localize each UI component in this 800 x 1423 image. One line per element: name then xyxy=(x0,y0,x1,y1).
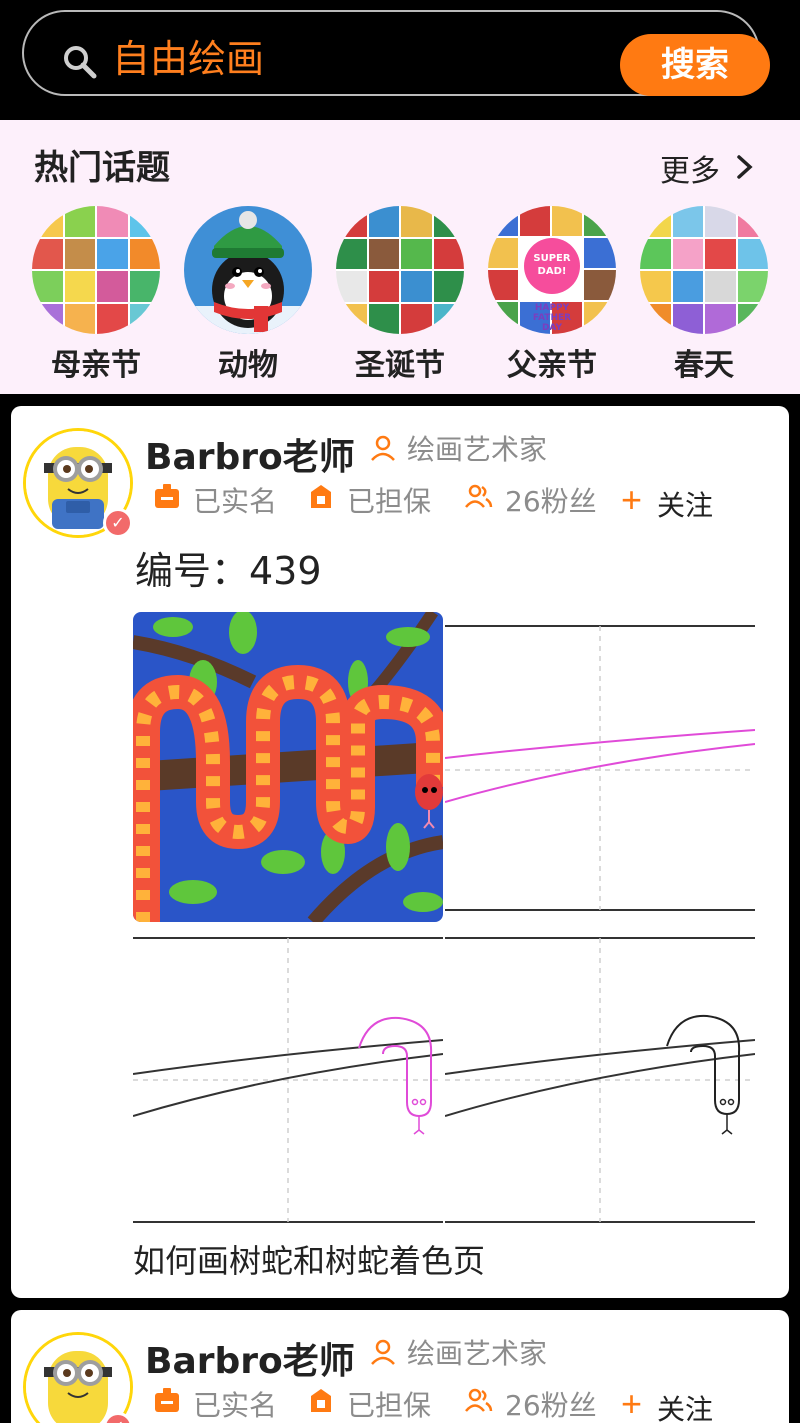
chevron-right-icon[interactable] xyxy=(736,154,754,180)
shield-icon xyxy=(311,485,331,508)
topic-mothers-day[interactable]: 母亲节 xyxy=(32,206,162,386)
guarantee-text: 已担保 xyxy=(347,1389,432,1422)
fans-text: 26粉丝 xyxy=(505,1389,597,1422)
topic-spring[interactable]: 春天 xyxy=(640,206,770,386)
art-text: FATHER xyxy=(533,313,571,323)
post-caption[interactable]: 如何画树蛇和树蛇着色页 xyxy=(133,1236,485,1282)
author-role: 绘画艺术家 xyxy=(407,433,548,466)
post-artwork-image[interactable] xyxy=(133,612,443,922)
author-name[interactable]: Barbro老师 xyxy=(145,428,355,480)
penguin-illustration xyxy=(184,211,312,334)
step-guide-drawing xyxy=(444,937,756,1223)
topic-thumbnail xyxy=(336,206,464,334)
art-text: SUPER xyxy=(533,253,570,264)
id-card-icon xyxy=(155,484,179,508)
real-name-text: 已实名 xyxy=(193,1389,278,1422)
author-role: 绘画艺术家 xyxy=(407,1337,548,1370)
guarantee-text: 已担保 xyxy=(347,485,432,518)
hot-topics-title: 热门话题 xyxy=(34,148,170,188)
fans-icon xyxy=(465,1388,493,1412)
follow-button[interactable]: + 关注 xyxy=(621,1386,731,1423)
search-icon[interactable] xyxy=(62,44,98,80)
fathers-day-mosaic: SUPER DAD! HAPPY FATHER DAY xyxy=(488,206,616,334)
hot-topics-section: 热门话题 更多 母亲节 动物 圣诞节 SUPER DAD! HAPPY FATH… xyxy=(0,120,800,394)
follow-label: 关注 xyxy=(657,490,714,521)
real-name-text: 已实名 xyxy=(193,485,278,518)
search-input[interactable]: 自由绘画 xyxy=(112,34,582,84)
minion-avatar-illustration xyxy=(26,1335,130,1423)
art-text: DAD! xyxy=(538,266,567,277)
topic-thumbnail: SUPER DAD! HAPPY FATHER DAY xyxy=(488,206,616,334)
step-guide-drawing xyxy=(132,937,444,1223)
follow-button[interactable]: + 关注 xyxy=(621,482,731,522)
plus-icon: + xyxy=(621,1383,643,1423)
tree-snake-illustration xyxy=(133,612,443,922)
plus-icon: + xyxy=(621,479,643,520)
topic-thumbnail xyxy=(32,206,160,334)
drawing-step-3[interactable] xyxy=(444,934,756,1224)
topic-thumbnail xyxy=(640,206,768,334)
author-name[interactable]: Barbro老师 xyxy=(145,1332,355,1384)
topic-label: 父亲节 xyxy=(507,348,597,383)
person-icon xyxy=(371,435,395,461)
fans-text: 26粉丝 xyxy=(505,485,597,518)
topic-fathers-day[interactable]: SUPER DAD! HAPPY FATHER DAY 父亲节 xyxy=(488,206,618,386)
drawing-step-2[interactable] xyxy=(132,934,444,1224)
id-card-icon xyxy=(155,1388,179,1412)
shield-icon xyxy=(311,1389,331,1412)
topic-label: 春天 xyxy=(674,348,734,383)
person-icon xyxy=(371,1339,395,1365)
more-link[interactable]: 更多 xyxy=(660,146,720,190)
avatar[interactable] xyxy=(23,1332,133,1423)
post-card[interactable]: ✓ Barbro老师 绘画艺术家 已实名 已担保 26粉丝 + 关注 编号：43… xyxy=(11,406,789,1298)
post-serial-number: 编号：439 xyxy=(135,549,322,593)
topic-label: 动物 xyxy=(218,348,278,383)
search-header: 自由绘画 搜索 xyxy=(0,0,800,118)
search-button[interactable]: 搜索 xyxy=(620,34,770,96)
art-text: HAPPY xyxy=(535,303,570,313)
topic-thumbnail xyxy=(184,206,312,334)
search-bar[interactable]: 自由绘画 搜索 xyxy=(22,10,770,96)
follow-label: 关注 xyxy=(657,1394,714,1423)
topic-label: 圣诞节 xyxy=(355,348,445,383)
topic-animals[interactable]: 动物 xyxy=(184,206,314,386)
drawing-step-1[interactable] xyxy=(444,612,756,922)
verified-icon: ✓ xyxy=(103,508,133,538)
step-guide-drawing xyxy=(444,625,756,911)
topic-label: 母亲节 xyxy=(51,348,141,383)
art-text: DAY xyxy=(542,323,563,333)
post-card[interactable]: ✓ Barbro老师 绘画艺术家 已实名 已担保 26粉丝 + 关注 xyxy=(11,1310,789,1423)
fans-icon xyxy=(465,484,493,508)
topic-christmas[interactable]: 圣诞节 xyxy=(336,206,466,386)
